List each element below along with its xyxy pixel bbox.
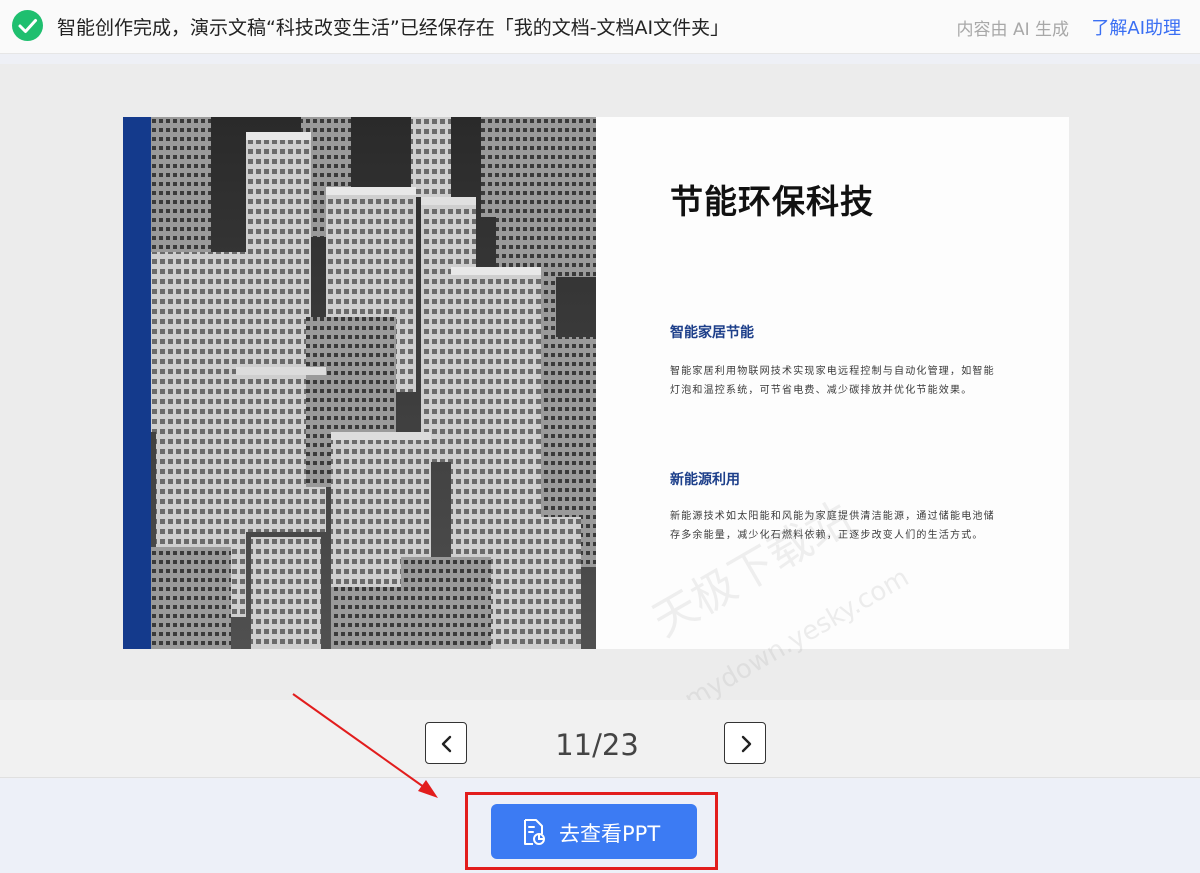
view-ppt-button[interactable]: 去查看PPT	[491, 804, 697, 859]
section-body: 智能家居利用物联网技术实现家电远程控制与自动化管理，如智能灯泡和温控系统，可节省…	[670, 366, 995, 396]
document-icon	[524, 819, 545, 845]
page-indicator: 11/23	[555, 728, 639, 762]
notification-bar: 智能创作完成，演示文稿“科技改变生活”已经保存在「我的文档-文档AI文件夹」 内…	[0, 0, 1200, 54]
slide-accent-bar	[123, 117, 151, 649]
slide-thumbnail: 节能环保科技 智能家居节能 智能家居利用物联网技术实现家电远程控制与自动化管理，…	[123, 117, 1069, 649]
view-ppt-label: 去查看PPT	[559, 822, 661, 846]
slide-preview-area: 节能环保科技 智能家居节能 智能家居利用物联网技术实现家电远程控制与自动化管理，…	[0, 64, 1200, 715]
action-bar: 去查看PPT	[0, 779, 1200, 873]
slide-pager: 11/23	[0, 700, 1200, 778]
city-skyline-photo	[151, 117, 596, 649]
section-body: 新能源技术如太阳能和风能为家庭提供清洁能源，通过储能电池储存多余能量，减少化石燃…	[670, 511, 995, 541]
previous-slide-button[interactable]	[425, 722, 467, 764]
slide-title: 节能环保科技	[670, 182, 874, 221]
section-heading: 智能家居节能	[670, 325, 754, 341]
chevron-right-icon	[741, 735, 752, 753]
learn-ai-assistant-link[interactable]: 了解AI助理	[1091, 14, 1181, 40]
ai-generated-note: 内容由 AI 生成	[956, 20, 1069, 40]
check-circle-icon	[12, 10, 43, 41]
notification-message: 智能创作完成，演示文稿“科技改变生活”已经保存在「我的文档-文档AI文件夹」	[57, 17, 730, 39]
section-heading: 新能源利用	[670, 472, 740, 488]
chevron-left-icon	[441, 735, 452, 753]
next-slide-button[interactable]	[724, 722, 766, 764]
